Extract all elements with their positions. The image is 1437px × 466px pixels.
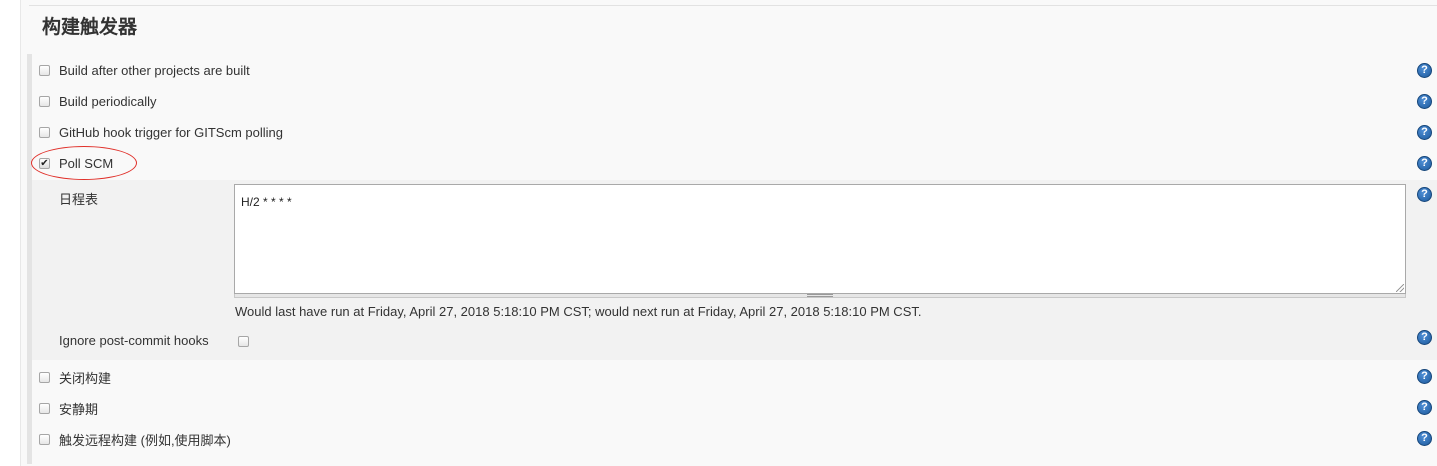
github-hook-label[interactable]: GitHub hook trigger for GITScm polling: [59, 125, 283, 140]
textarea-drag-bar[interactable]: [234, 294, 1406, 298]
ignore-post-commit-hooks-checkbox[interactable]: [238, 336, 249, 347]
help-icon[interactable]: ?: [1417, 330, 1432, 345]
remote-trigger-label[interactable]: 触发远程构建 (例如,使用脚本): [59, 430, 231, 449]
build-after-label[interactable]: Build after other projects are built: [59, 63, 250, 78]
build-periodically-label[interactable]: Build periodically: [59, 94, 157, 109]
poll-scm-label[interactable]: Poll SCM: [59, 156, 113, 171]
help-icon[interactable]: ?: [1417, 187, 1432, 202]
help-icon[interactable]: ?: [1417, 94, 1432, 109]
trigger-build-after-other-projects[interactable]: Build after other projects are built: [39, 60, 250, 80]
poll-scm-checkbox[interactable]: ✔: [39, 157, 50, 169]
help-icon[interactable]: ?: [1417, 125, 1432, 140]
help-icon[interactable]: ?: [1417, 431, 1432, 446]
trigger-github-hook[interactable]: GitHub hook trigger for GITScm polling: [39, 122, 283, 142]
schedule-textarea[interactable]: H/2 * * * *: [234, 184, 1406, 294]
build-periodically-checkbox[interactable]: [39, 95, 50, 107]
schedule-value[interactable]: H/2 * * * *: [241, 195, 292, 209]
trigger-disable-build[interactable]: 关闭构建: [39, 367, 111, 387]
trigger-build-periodically[interactable]: Build periodically: [39, 91, 157, 111]
disable-build-checkbox[interactable]: [39, 371, 50, 383]
trigger-remote-build[interactable]: 触发远程构建 (例如,使用脚本): [39, 429, 231, 449]
section-divider: [29, 5, 1437, 6]
schedule-run-info: Would last have run at Friday, April 27,…: [235, 304, 922, 319]
build-after-checkbox[interactable]: [39, 64, 50, 76]
help-icon[interactable]: ?: [1417, 400, 1432, 415]
help-icon[interactable]: ?: [1417, 369, 1432, 384]
resize-grip-icon[interactable]: [1396, 284, 1404, 292]
help-icon[interactable]: ?: [1417, 63, 1432, 78]
schedule-label: 日程表: [59, 192, 99, 207]
quiet-period-label[interactable]: 安静期: [59, 399, 98, 418]
remote-trigger-checkbox[interactable]: [39, 433, 50, 445]
drag-handle-icon[interactable]: [807, 294, 833, 297]
trigger-quiet-period[interactable]: 安静期: [39, 398, 98, 418]
panel-left-rule: [20, 0, 21, 466]
trigger-poll-scm[interactable]: ✔ Poll SCM: [39, 153, 113, 173]
section-title: 构建触发器: [42, 16, 138, 38]
quiet-period-checkbox[interactable]: [39, 402, 50, 414]
disable-build-label[interactable]: 关闭构建: [59, 368, 111, 387]
help-icon[interactable]: ?: [1417, 156, 1432, 171]
github-hook-checkbox[interactable]: [39, 126, 50, 138]
ignore-post-commit-hooks-label: Ignore post-commit hooks: [59, 333, 209, 348]
